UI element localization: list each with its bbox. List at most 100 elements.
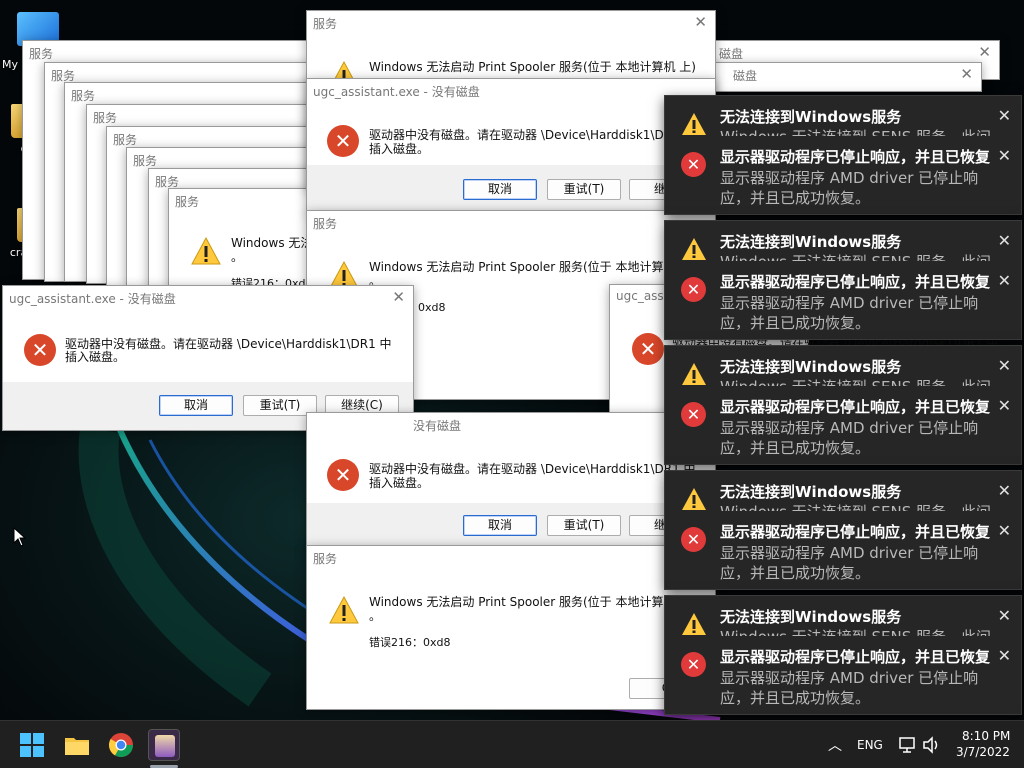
dialog-title: 服务: [313, 17, 338, 31]
close-icon[interactable]: ✕: [998, 106, 1011, 125]
dialog-title: 服务: [175, 195, 200, 209]
dialog-footer: 取消 重试(T) 继续: [307, 503, 715, 551]
mouse-cursor-icon: [13, 527, 27, 547]
toast-body: Windows 无法连接到 SENS 服务。此问: [720, 251, 991, 261]
start-icon[interactable]: [16, 729, 48, 761]
toast-body: Windows 无法连接到 SENS 服务。此问: [720, 626, 991, 636]
dialog-message-line2: 插入磁盘。: [369, 476, 430, 490]
dialog-footer: 取消 重试(T) 继续: [307, 165, 715, 213]
toast-body: Windows 无法连接到 SENS 服务。此问: [720, 376, 991, 386]
warning-icon: [191, 237, 221, 265]
dialog-title: 磁盘: [719, 47, 744, 61]
error-icon: ✕: [681, 152, 706, 177]
dialog-message-dot: 。: [369, 609, 382, 623]
warning-icon: [329, 596, 359, 624]
no-disk-dialog-left[interactable]: ugc_assistant.exe - 没有磁盘 ✕ ✕ 驱动器中没有磁盘。请在…: [2, 285, 414, 431]
error-icon: ✕: [327, 125, 359, 157]
close-icon[interactable]: ✕: [998, 231, 1011, 250]
service-dialog-cascade-8[interactable]: 服务 Windows 无法 。 错误216：0xd: [168, 188, 328, 290]
close-icon[interactable]: ✕: [998, 481, 1011, 500]
toast-title: 无法连接到Windows服务: [720, 358, 902, 376]
retry-button[interactable]: 重试(T): [547, 179, 621, 200]
toast-group-3[interactable]: 无法连接到Windows服务 ✕ Windows 无法连接到 SENS 服务。此…: [664, 345, 1022, 465]
toast-title: 无法连接到Windows服务: [720, 483, 902, 501]
app-icon[interactable]: [148, 729, 180, 761]
service-dialog-right-2[interactable]: 磁盘 ✕: [712, 62, 982, 92]
dialog-message: Windows 无法启动 Print Spooler 服务(位于 本地计算机 .: [369, 595, 684, 609]
volume-icon[interactable]: [922, 735, 942, 755]
close-icon[interactable]: ✕: [998, 646, 1011, 665]
language-indicator[interactable]: ENG: [857, 738, 883, 752]
no-disk-dialog-top[interactable]: ugc_assistant.exe - 没有磁盘 ✕ 驱动器中没有磁盘。请在驱动…: [306, 78, 716, 214]
warning-icon: [682, 613, 706, 635]
dialog-title: 磁盘: [733, 69, 758, 83]
toast-body-line2: 应，并且已成功恢复。: [720, 189, 871, 207]
close-icon[interactable]: ✕: [998, 271, 1011, 290]
toast-body: 显示器驱动程序 AMD driver 已停止响: [720, 669, 979, 687]
error-icon: ✕: [681, 527, 706, 552]
cancel-button[interactable]: 取消: [463, 515, 537, 536]
dialog-message: Windows 无法启动 Print Spooler 服务(位于 本地计算机: [369, 260, 676, 274]
dialog-message-line2: 插入磁盘。: [369, 142, 430, 156]
close-icon[interactable]: ✕: [998, 606, 1011, 625]
toast-title: 显示器驱动程序已停止响应，并且已恢复: [720, 398, 991, 416]
toast-body-line2: 应，并且已成功恢复。: [720, 439, 871, 457]
toast-title: 显示器驱动程序已停止响应，并且已恢复: [720, 523, 991, 541]
retry-button[interactable]: 重试(T): [547, 515, 621, 536]
toast-body-line2: 应，并且已成功恢复。: [720, 564, 871, 582]
toast-title: 显示器驱动程序已停止响应，并且已恢复: [720, 648, 991, 666]
close-icon[interactable]: ✕: [998, 356, 1011, 375]
toast-body: Windows 无法连接到 SENS 服务。此问: [720, 501, 991, 511]
dialog-title: 服务: [93, 111, 118, 125]
dialog-message: Windows 无法启动 Print Spooler 服务(位于 本地计算机 上…: [369, 60, 696, 74]
warning-icon: [682, 113, 706, 135]
dialog-title: 服务: [29, 47, 54, 61]
desktop-icon-label: My: [2, 58, 19, 71]
dialog-message: Windows 无法: [231, 236, 313, 250]
dialog-title: 服务: [71, 89, 96, 103]
network-icon[interactable]: [898, 735, 918, 755]
taskbar: ︿ ENG 8:10 PM 3/7/2022: [0, 720, 1024, 768]
close-icon[interactable]: ✕: [694, 13, 707, 31]
dialog-title: ugc_assistant.exe - 没有磁盘: [9, 292, 176, 306]
toast-body-line2: 应，并且已成功恢复。: [720, 689, 871, 707]
toast-group-4[interactable]: 无法连接到Windows服务 ✕ Windows 无法连接到 SENS 服务。此…: [664, 470, 1022, 590]
error-icon: ✕: [632, 333, 664, 365]
toast-group-2[interactable]: 无法连接到Windows服务 ✕ Windows 无法连接到 SENS 服务。此…: [664, 220, 1022, 340]
service-dialog-bottom[interactable]: 服务 Windows 无法启动 Print Spooler 服务(位于 本地计算…: [306, 545, 716, 710]
close-icon[interactable]: ✕: [978, 43, 991, 61]
toast-group-5[interactable]: 无法连接到Windows服务 ✕ Windows 无法连接到 SENS 服务。此…: [664, 595, 1022, 715]
toast-title: 显示器驱动程序已停止响应，并且已恢复: [720, 273, 991, 291]
dialog-title: 服务: [313, 217, 338, 231]
warning-icon: [682, 238, 706, 260]
dialog-message-dot: 。: [231, 250, 244, 264]
toast-body: 显示器驱动程序 AMD driver 已停止响: [720, 544, 979, 562]
chrome-icon[interactable]: [105, 729, 137, 761]
dialog-title: ugc_assistant.exe - 没有磁盘: [313, 85, 480, 99]
toast-title: 无法连接到Windows服务: [720, 233, 902, 251]
close-icon[interactable]: ✕: [392, 288, 405, 306]
error-icon: ✕: [681, 652, 706, 677]
close-icon[interactable]: ✕: [998, 521, 1011, 540]
clock-date[interactable]: 3/7/2022: [956, 745, 1010, 759]
tray-overflow-chevron[interactable]: ︿: [828, 735, 842, 755]
toast-title: 无法连接到Windows服务: [720, 608, 902, 626]
dialog-title: 没有磁盘: [413, 419, 462, 433]
dialog-message-line2: 插入磁盘。: [65, 350, 126, 364]
no-disk-dialog-lower[interactable]: 没有磁盘 ✕ 驱动器中没有磁盘。请在驱动器 \Device\Harddisk1\…: [306, 412, 716, 552]
toast-body-line2: 应，并且已成功恢复。: [720, 314, 871, 332]
error-icon: ✕: [24, 334, 56, 366]
close-icon[interactable]: ✕: [960, 65, 973, 83]
cancel-button[interactable]: 取消: [159, 395, 233, 416]
dialog-message: 驱动器中没有磁盘。请在驱动器 \Device\Harddisk1\DR: [369, 128, 673, 142]
dialog-title: 服务: [313, 552, 338, 566]
cancel-button[interactable]: 取消: [463, 179, 537, 200]
error-icon: ✕: [681, 277, 706, 302]
clock-time[interactable]: 8:10 PM: [962, 729, 1010, 743]
error-icon: ✕: [327, 459, 359, 491]
file-explorer-icon[interactable]: [61, 729, 93, 761]
toast-group-1[interactable]: 无法连接到Windows服务 ✕ Windows 无法连接到 SENS 服务。此…: [664, 95, 1022, 215]
close-icon[interactable]: ✕: [998, 146, 1011, 165]
error-icon: ✕: [681, 402, 706, 427]
close-icon[interactable]: ✕: [998, 396, 1011, 415]
